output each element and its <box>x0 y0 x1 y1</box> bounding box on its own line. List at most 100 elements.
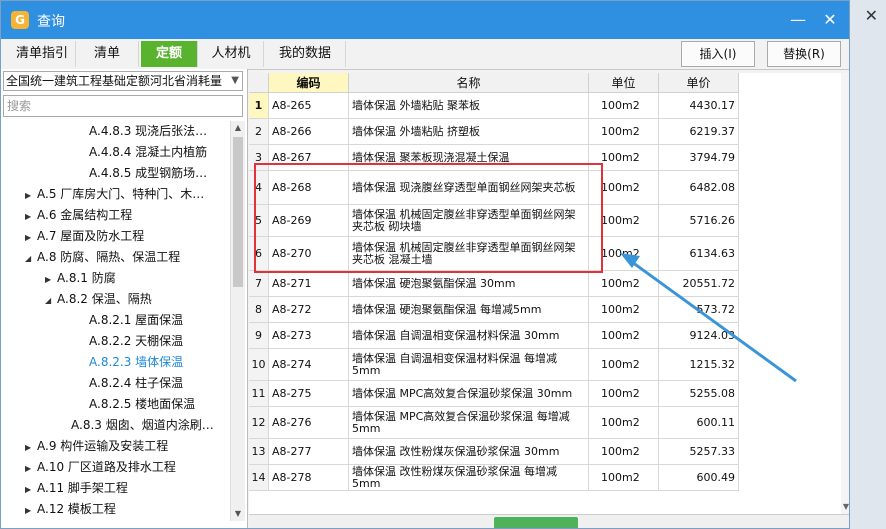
row-unit: 100m2 <box>589 465 659 491</box>
tree-node-label: A.4.8.5 成型钢筋场… <box>89 166 208 180</box>
row-name: 墙体保温 自调温相变保温材料保温 30mm <box>349 323 589 349</box>
tab-list[interactable]: 清单 <box>76 41 139 67</box>
row-index: 7 <box>249 271 269 297</box>
tree-node[interactable]: A.8.2.5 楼地面保温 <box>77 394 195 415</box>
header-price[interactable]: 单价 <box>659 73 739 93</box>
row-price: 4430.17 <box>659 93 739 119</box>
tab-my-data[interactable]: 我的数据 <box>265 41 346 67</box>
tree-node[interactable]: A.4.8.5 成型钢筋场… <box>77 163 207 184</box>
row-price: 20551.72 <box>659 271 739 297</box>
expand-toggle-icon[interactable]: ▶ <box>25 227 37 248</box>
splitter-grip[interactable] <box>494 517 578 528</box>
row-index: 12 <box>249 407 269 439</box>
tree-scrollbar[interactable]: ▲ ▼ <box>230 121 245 521</box>
tree-node[interactable]: A.8.3 烟囱、烟道内涂刷… <box>59 415 214 436</box>
row-code: A8-275 <box>269 381 349 407</box>
table-row[interactable]: 4 A8-268 墙体保温 现浇腹丝穿透型单面钢丝网架夹芯板 100m2 6482.08 <box>249 171 739 205</box>
scroll-down-icon[interactable]: ▼ <box>231 507 245 521</box>
tree-node[interactable]: A.8.2.3 墙体保温 <box>77 352 183 373</box>
tree-node[interactable]: A.8.2.1 屋面保温 <box>77 310 183 331</box>
insert-button[interactable]: 插入(I) <box>681 41 755 67</box>
chevron-down-icon[interactable]: ▼ <box>231 72 239 90</box>
row-price: 5255.08 <box>659 381 739 407</box>
scroll-thumb[interactable] <box>233 137 243 287</box>
table-row[interactable]: 14 A8-278 墙体保温 改性粉煤灰保温砂浆保温 每增减5mm 100m2 600.… <box>249 465 739 491</box>
tab-labor-material-machine[interactable]: 人材机 <box>199 41 264 67</box>
scroll-up-icon[interactable]: ▲ <box>231 121 245 135</box>
expand-toggle-icon[interactable]: ▶ <box>25 185 37 206</box>
row-price: 5716.26 <box>659 205 739 237</box>
tree-node[interactable]: ▶ A.11 脚手架工程 <box>25 478 128 499</box>
row-index: 6 <box>249 237 269 271</box>
table-row[interactable]: 10 A8-274 墙体保温 自调温相变保温材料保温 每增减5mm 100m2 1215… <box>249 349 739 381</box>
minimize-button[interactable]: — <box>787 9 809 31</box>
search-input[interactable]: 搜索 <box>3 95 243 117</box>
expand-toggle-icon[interactable]: ▶ <box>25 437 37 458</box>
row-unit: 100m2 <box>589 93 659 119</box>
header-name[interactable]: 名称 <box>349 73 589 93</box>
tree-node[interactable]: ▶ A.7 屋面及防水工程 <box>25 226 144 247</box>
tree-node[interactable]: ▶ A.8.1 防腐 <box>45 268 116 289</box>
row-unit: 100m2 <box>589 171 659 205</box>
tree-node[interactable]: A.4.8.4 混凝土内植筋 <box>77 142 207 163</box>
tree-node-label: A.8.2.5 楼地面保温 <box>89 397 196 411</box>
table-row[interactable]: 12 A8-276 墙体保温 MPC高效复合保温砂浆保温 每增减5mm 100m2 60… <box>249 407 739 439</box>
header-code[interactable]: 编码 <box>269 73 349 93</box>
table-row[interactable]: 11 A8-275 墙体保温 MPC高效复合保温砂浆保温 30mm 100m2 5255… <box>249 381 739 407</box>
row-name: 墙体保温 机械固定腹丝非穿透型单面钢丝网架夹芯板 混凝土墙 <box>349 237 589 271</box>
table-row[interactable]: 8 A8-272 墙体保温 硬泡聚氨酯保温 每增减5mm 100m2 573.72 <box>249 297 739 323</box>
scroll-down-icon[interactable]: ▼ <box>841 502 849 514</box>
row-code: A8-266 <box>269 119 349 145</box>
row-price: 6134.63 <box>659 237 739 271</box>
close-button[interactable]: ✕ <box>819 9 841 31</box>
tree-node[interactable]: ▶ A.10 厂区道路及排水工程 <box>25 457 176 478</box>
tree-node-label: A.8.2.1 屋面保温 <box>89 313 184 327</box>
tree-node[interactable]: ▶ A.12 模板工程 <box>25 499 116 520</box>
title-bar[interactable]: G 查询 — ✕ <box>1 1 849 39</box>
replace-button[interactable]: 替换(R) <box>767 41 841 67</box>
expand-toggle-icon[interactable]: ▶ <box>25 458 37 479</box>
tree-node[interactable]: ▶ A.9 构件运输及安装工程 <box>25 436 168 457</box>
expand-toggle-icon[interactable]: ▶ <box>25 206 37 227</box>
tree-node[interactable]: A.4.8.3 现浇后张法… <box>77 121 207 142</box>
table-row[interactable]: 13 A8-277 墙体保温 改性粉煤灰保温砂浆保温 30mm 100m2 5257.3… <box>249 439 739 465</box>
expand-toggle-icon[interactable]: ◢ <box>45 290 57 311</box>
tree-node[interactable]: ◢ A.8 防腐、隔热、保温工程 <box>25 247 180 268</box>
row-code: A8-273 <box>269 323 349 349</box>
row-index: 10 <box>249 349 269 381</box>
expand-toggle-icon[interactable]: ▶ <box>25 479 37 500</box>
background-close-icon[interactable]: ✕ <box>865 6 878 25</box>
row-name: 墙体保温 改性粉煤灰保温砂浆保温 30mm <box>349 439 589 465</box>
category-panel: 全国统一建筑工程基础定额河北省消耗量 ▼ 搜索 A.4.8.3 现浇后张法… A.… <box>1 69 248 528</box>
tree-node[interactable]: ▶ A.6 金属结构工程 <box>25 205 132 226</box>
table-row[interactable]: 9 A8-273 墙体保温 自调温相变保温材料保温 30mm 100m2 9124.03 <box>249 323 739 349</box>
row-index: 8 <box>249 297 269 323</box>
tree-node[interactable]: ▶ A.5 厂库房大门、特种门、木… <box>25 184 204 205</box>
table-row[interactable]: 2 A8-266 墙体保温 外墙粘贴 挤塑板 100m2 6219.37 <box>249 119 739 145</box>
table-row[interactable]: 1 A8-265 墙体保温 外墙粘贴 聚苯板 100m2 4430.17 <box>249 93 739 119</box>
row-price: 5257.33 <box>659 439 739 465</box>
tree-node[interactable]: A.8.2.4 柱子保温 <box>77 373 183 394</box>
expand-toggle-icon[interactable]: ▶ <box>45 269 57 290</box>
expand-toggle-icon[interactable]: ◢ <box>25 248 37 269</box>
row-name: 墙体保温 机械固定腹丝非穿透型单面钢丝网架夹芯板 砌块墙 <box>349 205 589 237</box>
table-row[interactable]: 3 A8-267 墙体保温 聚苯板现浇混凝土保温 100m2 3794.79 <box>249 145 739 171</box>
header-unit[interactable]: 单位 <box>589 73 659 93</box>
tree-node-label: A.8.2.2 天棚保温 <box>89 334 184 348</box>
bottom-splitter[interactable] <box>249 514 849 528</box>
table-row[interactable]: 7 A8-271 墙体保温 硬泡聚氨酯保温 30mm 100m2 20551.72 <box>249 271 739 297</box>
row-index: 4 <box>249 171 269 205</box>
expand-toggle-icon[interactable]: ▶ <box>25 500 37 521</box>
table-row[interactable]: 5 A8-269 墙体保温 机械固定腹丝非穿透型单面钢丝网架夹芯板 砌块墙 100m2… <box>249 205 739 237</box>
quota-library-select[interactable]: 全国统一建筑工程基础定额河北省消耗量 ▼ <box>3 71 243 91</box>
tab-list-guide[interactable]: 清单指引 <box>9 41 76 67</box>
table-scrollbar[interactable]: ▼ <box>841 73 849 514</box>
tree-node[interactable]: A.8.2.2 天棚保温 <box>77 331 183 352</box>
tree-node[interactable]: ◢ A.8.2 保温、隔热 <box>45 289 152 310</box>
row-code: A8-270 <box>269 237 349 271</box>
tab-quota[interactable]: 定额 <box>141 41 198 67</box>
row-index: 3 <box>249 145 269 171</box>
table-row[interactable]: 6 A8-270 墙体保温 机械固定腹丝非穿透型单面钢丝网架夹芯板 混凝土墙 100m… <box>249 237 739 271</box>
row-price: 600.11 <box>659 407 739 439</box>
row-unit: 100m2 <box>589 407 659 439</box>
